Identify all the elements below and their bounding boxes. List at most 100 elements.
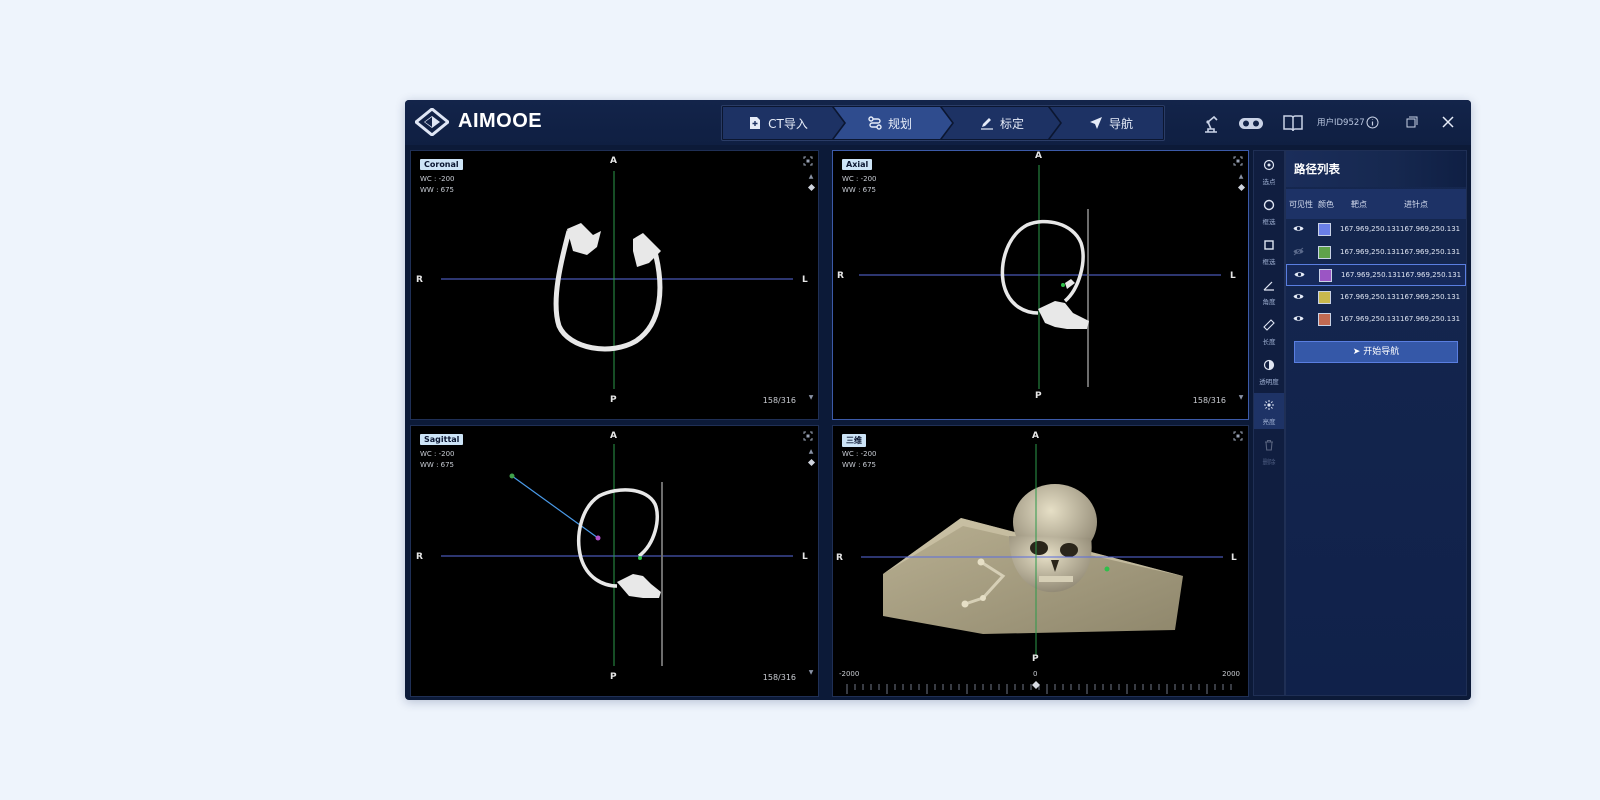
orientation-left: R xyxy=(416,275,423,285)
orientation-left: R xyxy=(837,271,844,281)
ruler-ticks xyxy=(846,681,1232,694)
path-color-swatch[interactable] xyxy=(1318,245,1331,259)
aimooe-logo-icon xyxy=(415,108,449,136)
fullscreen-icon[interactable] xyxy=(1233,431,1243,441)
tool-transparency[interactable]: 透明度 xyxy=(1254,353,1284,389)
tool-label: 选点 xyxy=(1262,178,1276,186)
tracking-camera-icon[interactable] xyxy=(1237,112,1265,134)
coronal-view[interactable]: Coronal WC : -200 WW : 675 A P R L 158/3… xyxy=(410,150,819,420)
sagittal-view[interactable]: Sagittal WC : -200 WW : 675 A P R L 158/… xyxy=(410,425,819,697)
route-icon xyxy=(868,116,882,130)
path-row[interactable]: 167.969,250.131 167.969,250.131 xyxy=(1286,264,1466,286)
orientation-top: A xyxy=(1035,151,1042,161)
window-center: WC : -200 xyxy=(420,450,455,458)
view-label: 三维 xyxy=(842,434,866,447)
step-navigation[interactable]: 导航 xyxy=(1058,107,1164,139)
tool-label: 角度 xyxy=(1262,298,1276,306)
target-point-icon xyxy=(1263,159,1275,171)
target-point-value: 167.969,250.131 xyxy=(1340,315,1401,323)
manual-book-icon[interactable] xyxy=(1282,112,1304,134)
step-planning[interactable]: 规划 xyxy=(834,107,946,139)
axial-image xyxy=(859,165,1221,389)
axial-view[interactable]: Axial WC : -200 WW : 675 A P R L 158/316… xyxy=(832,150,1249,420)
zoom-ruler[interactable]: -2000 0 2000 xyxy=(833,670,1248,696)
step-calibration[interactable]: 标定 xyxy=(946,107,1058,139)
close-icon[interactable] xyxy=(1441,115,1455,129)
window-width: WW : 675 xyxy=(420,461,455,469)
tool-label: 框选 xyxy=(1262,258,1276,266)
panel-title: 路径列表 xyxy=(1294,162,1340,176)
col-target: 靶点 xyxy=(1351,200,1367,209)
path-color-swatch[interactable] xyxy=(1318,223,1331,236)
window-center: WC : -200 xyxy=(842,175,877,183)
start-navigation-label: 开始导航 xyxy=(1363,347,1400,357)
circle-select-icon xyxy=(1263,199,1275,211)
window-width: WW : 675 xyxy=(420,186,455,194)
entry-point-value: 167.969,250.131 xyxy=(1400,247,1461,256)
tool-label: 框选 xyxy=(1262,218,1276,226)
step-label: 导航 xyxy=(1108,116,1133,131)
workflow-steps: CT导入 规划 标定 导航 xyxy=(721,105,1165,141)
tool-brightness[interactable]: 亮度 xyxy=(1254,393,1284,429)
orientation-right: L xyxy=(1230,271,1236,281)
entry-point-value: 167.969,250.131 xyxy=(1400,315,1461,323)
brand-name: AIMOOE xyxy=(458,110,543,132)
start-navigation-button[interactable]: ➤ 开始导航 xyxy=(1294,341,1458,363)
entry-point-value: 167.969,250.131 xyxy=(1400,292,1461,301)
eye-icon[interactable] xyxy=(1294,270,1305,279)
ruler-max: 2000 xyxy=(1222,670,1240,678)
orientation-bottom: P xyxy=(610,395,617,405)
eye-icon[interactable] xyxy=(1293,314,1304,323)
path-row[interactable]: 167.969,250.131 167.969,250.131 xyxy=(1286,287,1464,307)
maximize-icon[interactable] xyxy=(1405,116,1418,129)
orientation-right: L xyxy=(1231,553,1237,563)
navigation-arrow-icon xyxy=(1089,117,1102,129)
ruler-icon xyxy=(1263,319,1275,331)
orientation-bottom: P xyxy=(1035,391,1042,401)
navigation-arrow-icon: ➤ xyxy=(1352,347,1364,357)
fullscreen-icon[interactable] xyxy=(803,156,813,166)
fullscreen-icon[interactable] xyxy=(803,431,813,441)
tool-box-select[interactable]: 框选 xyxy=(1254,233,1284,269)
tool-circle-select[interactable]: 框选 xyxy=(1254,193,1284,229)
path-row[interactable]: 167.969,250.131 167.969,250.131 xyxy=(1286,219,1464,239)
square-select-icon xyxy=(1264,240,1274,250)
orientation-top: A xyxy=(610,431,617,441)
target-point-value: 167.969,250.131 xyxy=(1340,225,1401,233)
window-center: WC : -200 xyxy=(420,175,455,183)
path-row[interactable]: 167.969,250.131 167.969,250.131 xyxy=(1286,242,1464,262)
fullscreen-icon[interactable] xyxy=(1233,156,1243,166)
col-visibility: 可见性 xyxy=(1289,200,1313,209)
orientation-top: A xyxy=(1032,431,1039,441)
path-list-panel: 路径列表 可见性 颜色 靶点 进针点 167.969,250.131 167.96… xyxy=(1285,150,1467,696)
info-icon[interactable] xyxy=(1366,116,1379,129)
target-point-value: 167.969,250.131 xyxy=(1341,271,1402,279)
window-width: WW : 675 xyxy=(842,186,877,194)
step-ct-import[interactable]: CT导入 xyxy=(722,107,834,139)
tool-sidebar: 选点 框选 框选 角度 长度 透明度 亮度 删除 xyxy=(1253,150,1285,696)
robot-arm-icon[interactable] xyxy=(1201,112,1223,134)
tool-delete[interactable]: 删除 xyxy=(1254,433,1284,469)
col-entry: 进针点 xyxy=(1404,200,1428,209)
path-row[interactable]: 167.969,250.131 167.969,250.131 xyxy=(1286,309,1464,329)
col-color: 颜色 xyxy=(1318,200,1334,209)
tool-angle[interactable]: 角度 xyxy=(1254,273,1284,309)
tool-select-point[interactable]: 选点 xyxy=(1254,153,1284,189)
slice-scrollbar[interactable]: ▲ ▼ xyxy=(807,448,816,676)
eye-icon[interactable] xyxy=(1293,224,1304,233)
path-color-swatch[interactable] xyxy=(1318,313,1331,326)
3d-render-image xyxy=(861,444,1223,656)
eye-off-icon[interactable] xyxy=(1293,247,1304,256)
contrast-icon xyxy=(1263,359,1275,371)
orientation-left: R xyxy=(836,553,843,563)
path-color-swatch[interactable] xyxy=(1318,290,1331,304)
slice-index: 158/316 xyxy=(762,673,796,682)
entry-point-value: 167.969,250.131 xyxy=(1400,225,1461,233)
slice-scrollbar[interactable]: ▲ ▼ xyxy=(807,173,816,401)
tool-length[interactable]: 长度 xyxy=(1254,313,1284,349)
3d-view[interactable]: 三维 WC : -200 WW : 675 A P R L -2000 0 20… xyxy=(832,425,1249,697)
eye-icon[interactable] xyxy=(1293,292,1304,301)
coronal-image xyxy=(441,171,793,389)
slice-scrollbar[interactable]: ▲ ▼ xyxy=(1237,173,1246,401)
path-color-swatch[interactable] xyxy=(1319,269,1332,282)
